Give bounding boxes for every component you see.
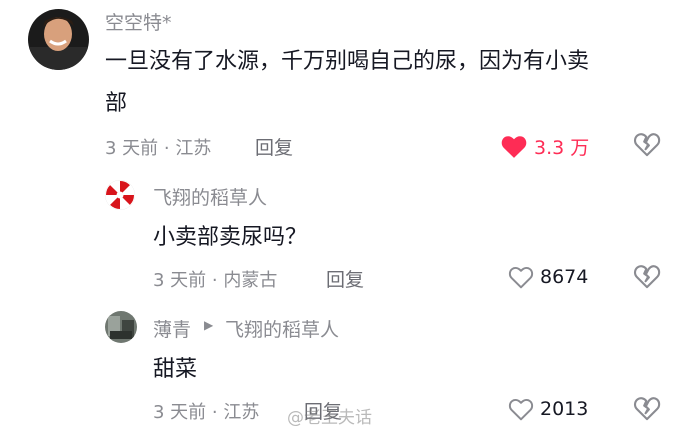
comment-text-continued: 部 <box>105 91 128 116</box>
avatar[interactable] <box>105 311 137 343</box>
reply-button[interactable]: 回复 <box>326 265 364 292</box>
user-photo-icon <box>105 311 137 343</box>
watermark: @老王夫话 <box>287 408 372 428</box>
dislike-button[interactable] <box>633 395 661 421</box>
comment-username[interactable]: 空空特* <box>105 8 172 35</box>
user-photo-icon <box>28 9 89 70</box>
comment-meta: 3 天前 · 江苏 <box>153 402 260 423</box>
comment-username[interactable]: 薄青 <box>153 315 191 342</box>
comment-text: 小卖部卖尿吗？ <box>153 225 308 250</box>
avatar[interactable] <box>28 9 89 70</box>
dislike-button[interactable] <box>633 131 661 157</box>
heart-icon <box>508 266 534 289</box>
like-count: 3.3 万 <box>534 137 590 159</box>
heart-icon <box>501 136 527 158</box>
like-button[interactable]: 8674 <box>508 265 588 289</box>
broken-heart-icon <box>633 397 661 421</box>
heart-icon <box>508 398 534 421</box>
comment-username[interactable]: 飞翔的稻草人 <box>153 183 267 210</box>
comment-text: 甜菜 <box>153 357 198 382</box>
broken-heart-icon <box>633 265 661 289</box>
comment-text: 一旦没有了水源，千万别喝自己的尿，因为有小卖 <box>105 49 590 74</box>
avatar[interactable] <box>105 180 135 210</box>
reply-button[interactable]: 回复 <box>255 133 293 160</box>
like-button[interactable]: 3.3 万 <box>500 133 589 160</box>
dislike-button[interactable] <box>633 263 661 289</box>
comment-meta: 3 天前 · 江苏 <box>105 138 212 159</box>
reply-to-username[interactable]: 飞翔的稻草人 <box>225 315 339 342</box>
like-count: 2013 <box>540 398 589 420</box>
reply-arrow-icon: ▶ <box>204 318 214 332</box>
broken-heart-icon <box>633 133 661 157</box>
like-count: 8674 <box>540 266 589 288</box>
like-button[interactable]: 2013 <box>508 397 588 421</box>
umbrella-logo-icon <box>105 180 135 210</box>
comment-meta: 3 天前 · 内蒙古 <box>153 270 278 291</box>
